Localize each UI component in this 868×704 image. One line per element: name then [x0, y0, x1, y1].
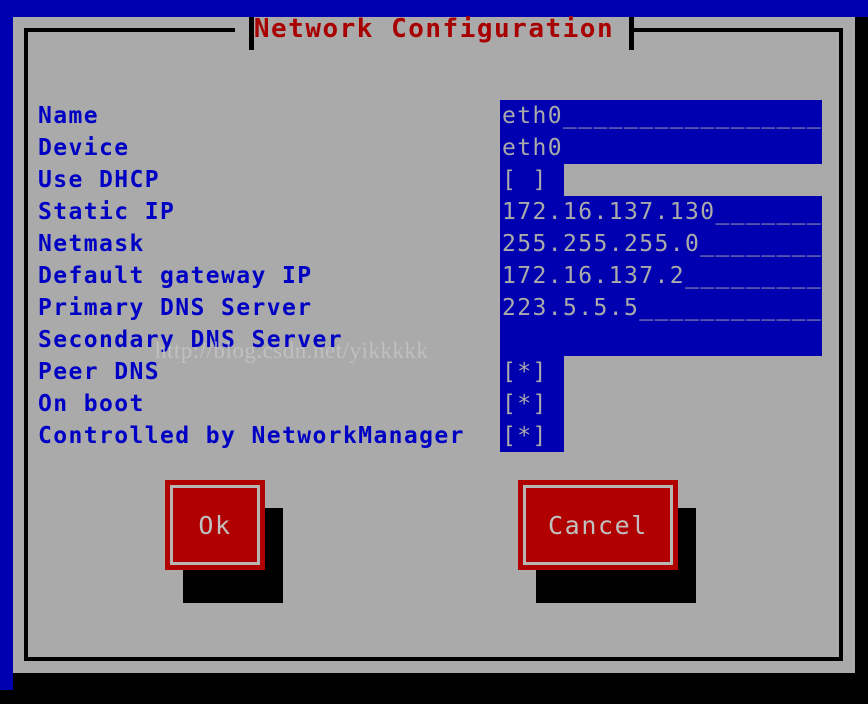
dialog-title: Network Configuration: [253, 14, 615, 44]
label-peer-dns: Peer DNS: [38, 359, 160, 385]
input-netmask[interactable]: 255.255.255.0__________: [500, 228, 822, 260]
form-row-primary-dns-server: Primary DNS Server 223.5.5.5____________…: [13, 292, 855, 324]
input-name[interactable]: eth0_______________________: [500, 100, 822, 132]
checkbox-use-dhcp[interactable]: [ ]: [500, 164, 564, 196]
network-settings-form: Name eth0_______________________ Device …: [13, 100, 855, 452]
terminal-screen: Network Configuration Name eth0_________…: [0, 0, 868, 704]
label-name: Name: [38, 103, 99, 129]
network-configuration-dialog: Network Configuration Name eth0_________…: [13, 14, 855, 673]
cancel-button[interactable]: Cancel: [518, 480, 678, 570]
form-row-default-gateway-ip: Default gateway IP 172.16.137.2_________…: [13, 260, 855, 292]
ok-button-wrapper: Ok: [165, 480, 283, 603]
form-row-netmask: Netmask 255.255.255.0__________: [13, 228, 855, 260]
input-device[interactable]: eth0: [500, 132, 822, 164]
form-row-static-ip: Static IP 172.16.137.130________: [13, 196, 855, 228]
ok-button[interactable]: Ok: [165, 480, 265, 570]
ok-button-label: Ok: [170, 485, 260, 565]
label-netmask: Netmask: [38, 231, 145, 257]
form-row-controlled-by-networkmanager: Controlled by NetworkManager [*]: [13, 420, 855, 452]
cancel-button-label: Cancel: [523, 485, 673, 565]
label-default-gateway-ip: Default gateway IP: [38, 263, 313, 289]
checkbox-controlled-by-networkmanager[interactable]: [*]: [500, 420, 564, 452]
input-primary-dns-server[interactable]: 223.5.5.5______________: [500, 292, 822, 324]
form-row-device: Device eth0: [13, 132, 855, 164]
input-secondary-dns-server[interactable]: [500, 324, 822, 356]
form-row-peer-dns: Peer DNS [*]: [13, 356, 855, 388]
dialog-button-bar: Ok Cancel: [13, 480, 855, 620]
label-static-ip: Static IP: [38, 199, 176, 225]
form-row-use-dhcp: Use DHCP [ ]: [13, 164, 855, 196]
form-row-name: Name eth0_______________________: [13, 100, 855, 132]
input-default-gateway-ip[interactable]: 172.16.137.2___________: [500, 260, 822, 292]
input-static-ip[interactable]: 172.16.137.130________: [500, 196, 822, 228]
label-device: Device: [38, 135, 130, 161]
label-on-boot: On boot: [38, 391, 145, 417]
checkbox-on-boot[interactable]: [*]: [500, 388, 564, 420]
form-row-secondary-dns-server: Secondary DNS Server: [13, 324, 855, 356]
form-row-on-boot: On boot [*]: [13, 388, 855, 420]
label-secondary-dns-server: Secondary DNS Server: [38, 327, 343, 353]
label-primary-dns-server: Primary DNS Server: [38, 295, 313, 321]
terminal-background-left: [0, 0, 13, 690]
label-use-dhcp: Use DHCP: [38, 167, 160, 193]
checkbox-peer-dns[interactable]: [*]: [500, 356, 564, 388]
label-controlled-by-networkmanager: Controlled by NetworkManager: [38, 423, 465, 449]
cancel-button-wrapper: Cancel: [518, 480, 696, 603]
